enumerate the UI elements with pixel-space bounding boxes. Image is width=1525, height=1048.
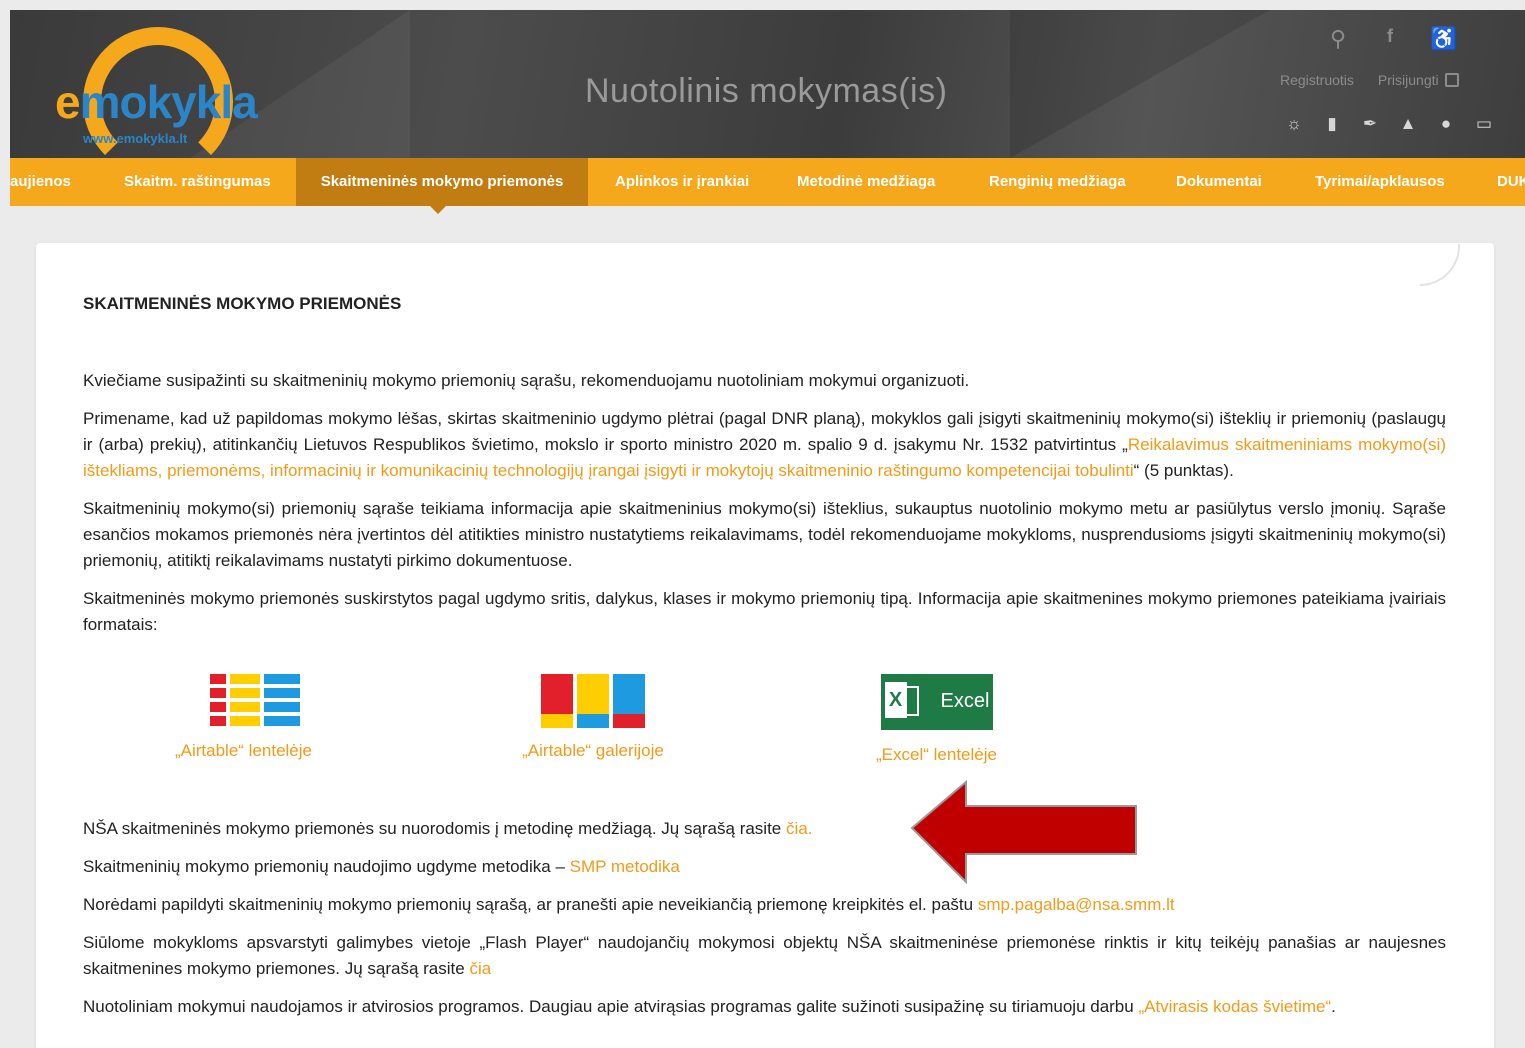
smp-methodology-link[interactable]: SMP metodika — [570, 857, 680, 876]
screen-icon[interactable]: ▭ — [1472, 114, 1496, 134]
graduation-cap-icon[interactable]: ▲ — [1396, 114, 1420, 134]
login-label: Prisijungti — [1377, 72, 1439, 88]
login-icon — [1444, 73, 1459, 87]
airtable-table-label: „Airtable“ lentelėje — [174, 741, 312, 760]
flash-alternatives-link[interactable]: čia — [469, 959, 491, 978]
nav-item-aplinkos-ir-irankiai[interactable]: Aplinkos ir įrankiai — [615, 158, 749, 206]
main-nav: aujienos Skaitm. raštingumas Skaitmeninė… — [10, 158, 1525, 206]
logo-wordmark: emokykla — [55, 76, 258, 128]
accessibility-icon[interactable]: ♿ — [1430, 26, 1457, 52]
nav-item-skaitm-rastingumas[interactable]: Skaitm. raštingumas — [124, 158, 271, 206]
page-title: SKAITMENINĖS MOKYMO PRIEMONĖS — [83, 294, 402, 313]
pen-icon[interactable]: ✒ — [1358, 114, 1382, 134]
info-paragraph: Skaitmeninių mokymo(si) priemonių sąraše… — [83, 499, 1446, 570]
excel-icon: X Excel — [880, 674, 993, 730]
format-links: „Airtable“ lentelėje „Airtable“ galerijo… — [83, 674, 1083, 794]
nav-item-dokumentai[interactable]: Dokumentai — [1176, 158, 1262, 206]
flash-paragraph: Siūlome mokykloms apsvarstyti galimybes … — [83, 933, 1446, 978]
excel-table-label: „Excel“ lentelėje — [876, 745, 997, 764]
intro-paragraph: Kviečiame susipažinti su skaitmeninių mo… — [83, 371, 970, 390]
auth-links: Registruotis Prisijungti — [1280, 72, 1459, 88]
nav-active-indicator — [430, 206, 446, 214]
nav-item-metodine-medziaga[interactable]: Metodinė medžiaga — [797, 158, 935, 206]
airtable-table-link[interactable]: „Airtable“ lentelėje — [166, 674, 321, 764]
top-icons: ⚲ f ♿ — [1326, 26, 1457, 52]
category-icons: ☼ ▮ ✒ ▲ ● ▭ — [1282, 114, 1496, 134]
sun-icon[interactable]: ☼ — [1282, 114, 1306, 134]
facebook-icon[interactable]: f — [1378, 26, 1402, 52]
open-source-paragraph: Nuotoliniam mokymui naudojamos ir atviro… — [83, 997, 1336, 1016]
additional-info: NŠA skaitmeninės mokymo priemonės su nuo… — [83, 816, 1446, 1032]
contact-paragraph: Norėdami papildyti skaitmeninių mokymo p… — [83, 895, 1175, 914]
nav-item-tyrimai-apklausos[interactable]: Tyrimai/apklausos — [1315, 158, 1445, 206]
nav-item-duk[interactable]: DUK — [1497, 158, 1525, 206]
nsa-list-link[interactable]: čia. — [786, 819, 812, 838]
site-title: Nuotolinis mokymas(is) — [585, 72, 948, 110]
register-link[interactable]: Registruotis — [1280, 72, 1354, 88]
nsa-paragraph: NŠA skaitmeninės mokymo priemonės su nuo… — [83, 819, 813, 838]
excel-icon-text: Excel — [940, 690, 990, 712]
open-source-link[interactable]: „Atvirasis kodas švietime“ — [1138, 997, 1331, 1016]
airtable-grid-icon — [188, 674, 300, 728]
login-link[interactable]: Prisijungti — [1378, 72, 1459, 88]
logo-url: www.emokykla.lt — [83, 131, 188, 146]
airtable-gallery-link[interactable]: „Airtable“ galerijoje — [513, 674, 673, 764]
search-icon[interactable]: ⚲ — [1326, 26, 1350, 52]
airtable-gallery-label: „Airtable“ galerijoje — [522, 741, 664, 760]
site-header: emokykla www.emokykla.lt Nuotolinis moky… — [10, 10, 1525, 158]
nav-item-naujienos[interactable]: aujienos — [10, 158, 71, 206]
excel-table-link[interactable]: X Excel „Excel“ lentelėje — [859, 674, 1014, 768]
methodology-paragraph: Skaitmeninių mokymo priemonių naudojimo … — [83, 857, 680, 876]
book-icon[interactable]: ▮ — [1320, 114, 1344, 134]
airtable-gallery-icon — [537, 674, 649, 728]
header-decoration — [1010, 10, 1270, 158]
annotation-arrow-icon — [910, 780, 1137, 885]
main-content: SKAITMENINĖS MOKYMO PRIEMONĖS Kviečiame … — [83, 292, 1446, 1016]
formats-paragraph: Skaitmeninės mokymo priemonės suskirstyt… — [83, 589, 1446, 634]
support-email-link[interactable]: smp.pagalba@nsa.smm.lt — [978, 895, 1175, 914]
site-logo[interactable]: emokykla www.emokykla.lt — [55, 15, 285, 158]
excel-icon-letter: X — [884, 682, 907, 718]
nav-item-renginiu-medziaga[interactable]: Renginių medžiaga — [989, 158, 1126, 206]
reader-icon[interactable]: ● — [1434, 114, 1458, 134]
nav-item-skaitmenines-mokymo-priemones[interactable]: Skaitmeninės mokymo priemonės — [296, 158, 588, 206]
requirements-paragraph: Primename, kad už papildomas mokymo lėša… — [83, 409, 1446, 480]
